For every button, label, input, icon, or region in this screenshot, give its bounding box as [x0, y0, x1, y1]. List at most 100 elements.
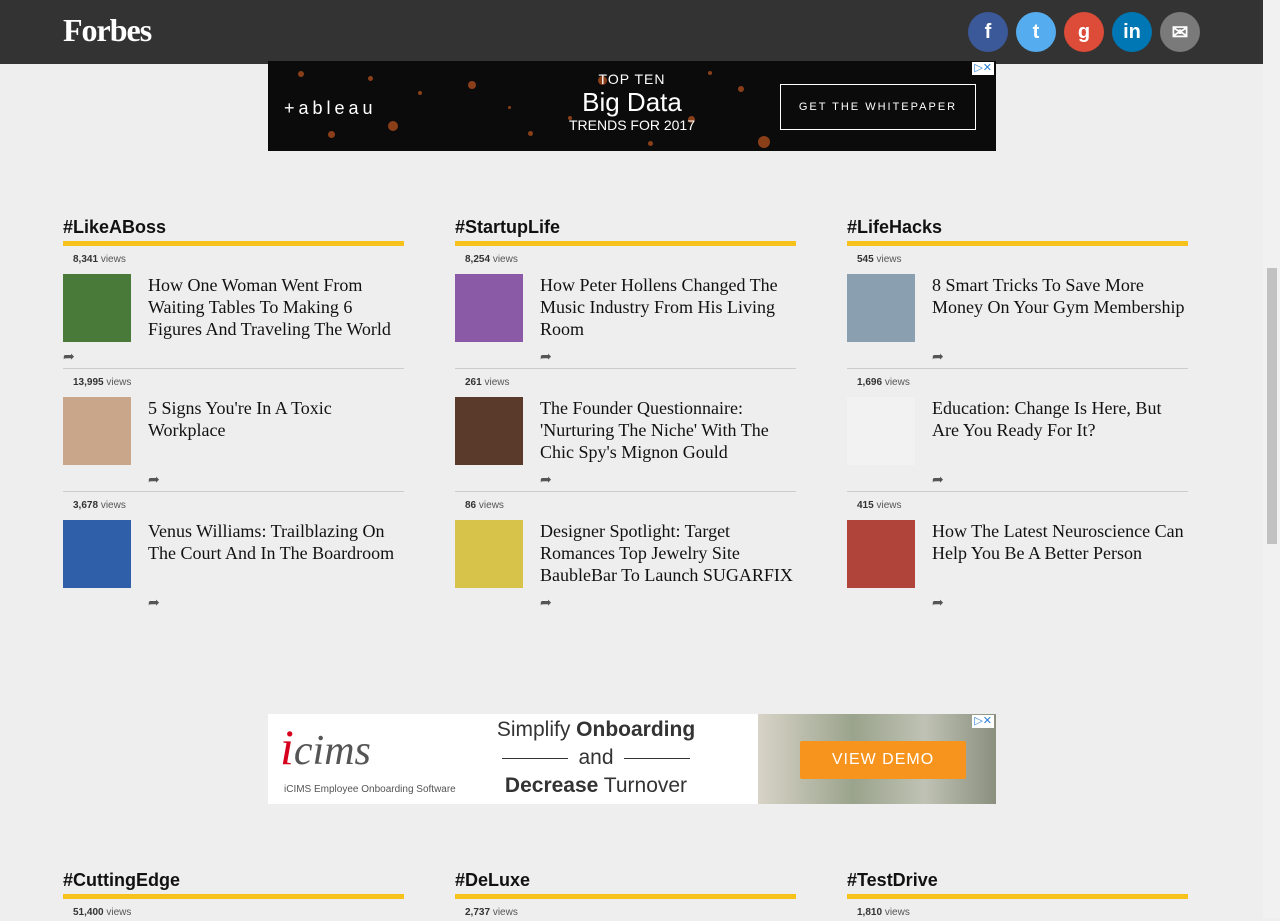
view-count: 13,995 views: [63, 369, 404, 391]
view-count: 415 views: [847, 492, 1188, 514]
share-arrow-icon[interactable]: ➦: [932, 594, 944, 611]
adchoices-close-icon[interactable]: ▷✕: [972, 62, 994, 75]
article-item: 545 views 8 Smart Tricks To Save More Mo…: [847, 246, 1188, 369]
adchoices-close-icon[interactable]: ▷✕: [972, 715, 994, 728]
article-thumbnail[interactable]: [63, 397, 131, 465]
article-headline[interactable]: The Founder Questionnaire: 'Nurturing Th…: [540, 397, 796, 463]
article-item: 261 views The Founder Questionnaire: 'Nu…: [455, 369, 796, 492]
share-arrow-icon[interactable]: ➦: [148, 594, 160, 611]
article-item: 1,696 views Education: Change Is Here, B…: [847, 369, 1188, 492]
view-count-label: views: [876, 254, 902, 265]
ad-line3-a: Decrease: [504, 774, 599, 797]
bokeh-dot: [298, 71, 304, 77]
view-count-number: 261: [465, 377, 482, 388]
column-title[interactable]: #TestDrive: [847, 868, 1188, 892]
share-arrow-icon[interactable]: ➦: [540, 471, 552, 488]
forbes-logo[interactable]: Forbes: [63, 12, 152, 49]
article-thumbnail[interactable]: [847, 520, 915, 588]
tableau-logo: +ableau: [284, 98, 377, 119]
article-thumbnail[interactable]: [455, 520, 523, 588]
article-headline[interactable]: Designer Spotlight: Target Romances Top …: [540, 520, 796, 586]
scrollbar[interactable]: [1263, 0, 1280, 918]
article-thumbnail[interactable]: [455, 274, 523, 342]
linkedin-button[interactable]: in: [1112, 12, 1152, 52]
ad-top-line: TOP TEN: [598, 71, 666, 87]
topic-column: #CuttingEdge 51,400 views: [63, 868, 404, 921]
view-count-label: views: [492, 254, 518, 265]
article-thumbnail[interactable]: [847, 397, 915, 465]
bokeh-dot: [508, 106, 511, 109]
divider: [623, 757, 690, 759]
article-headline[interactable]: How The Latest Neuroscience Can Help You…: [932, 520, 1188, 564]
bokeh-dot: [468, 81, 476, 89]
article-thumbnail[interactable]: [63, 520, 131, 588]
column-title[interactable]: #LikeABoss: [63, 215, 404, 239]
article-item: 415 views How The Latest Neuroscience Ca…: [847, 492, 1188, 614]
bokeh-dot: [418, 91, 422, 95]
column-title[interactable]: #StartupLife: [455, 215, 796, 239]
share-arrow-icon[interactable]: ➦: [148, 471, 160, 488]
view-count-number: 415: [857, 500, 874, 511]
share-arrow-icon[interactable]: ➦: [932, 348, 944, 365]
icims-logo-i: i: [280, 719, 294, 775]
bokeh-dot: [738, 86, 744, 92]
icims-subtitle: iCIMS Employee Onboarding Software: [284, 784, 456, 795]
icims-ad-banner[interactable]: icims iCIMS Employee Onboarding Software…: [268, 714, 996, 804]
ad-line2: and: [578, 746, 614, 769]
article-headline[interactable]: How One Woman Went From Waiting Tables T…: [148, 274, 404, 340]
view-count-label: views: [100, 500, 126, 511]
article-thumbnail[interactable]: [63, 274, 131, 342]
view-count-label: views: [884, 377, 910, 388]
view-count-label: views: [876, 500, 902, 511]
tableau-ad-banner[interactable]: +ableau TOP TEN Big Data TRENDS FOR 2017…: [268, 61, 996, 151]
column-title[interactable]: #DeLuxe: [455, 868, 796, 892]
article-item: 13,995 views 5 Signs You're In A Toxic W…: [63, 369, 404, 492]
view-count: 1,696 views: [847, 369, 1188, 391]
view-count-number: 1,696: [857, 377, 883, 388]
scrollbar-thumb[interactable]: [1267, 268, 1277, 544]
share-arrow-icon[interactable]: ➦: [540, 348, 552, 365]
view-count-number: 2,737: [465, 907, 491, 918]
email-button[interactable]: ✉: [1160, 12, 1200, 52]
article-headline[interactable]: 8 Smart Tricks To Save More Money On You…: [932, 274, 1188, 318]
column-title[interactable]: #LifeHacks: [847, 215, 1188, 239]
ad-big-line: Big Data: [582, 87, 682, 117]
ad-headline: TOP TEN Big Data TRENDS FOR 2017: [538, 71, 726, 133]
ad-line1-a: Simplify: [496, 718, 577, 741]
google-plus-button[interactable]: g: [1064, 12, 1104, 52]
article-headline[interactable]: 5 Signs You're In A Toxic Workplace: [148, 397, 404, 441]
view-count-label: views: [478, 500, 504, 511]
article-headline[interactable]: How Peter Hollens Changed The Music Indu…: [540, 274, 796, 340]
view-count-number: 86: [465, 500, 477, 511]
topic-column: #TestDrive 1,810 views: [847, 868, 1188, 921]
ad-line3-b: Turnover: [598, 774, 688, 797]
view-count-label: views: [106, 907, 132, 918]
bokeh-dot: [648, 141, 653, 146]
column-title[interactable]: #CuttingEdge: [63, 868, 404, 892]
article-headline[interactable]: Venus Williams: Trailblazing On The Cour…: [148, 520, 404, 564]
view-count: 545 views: [847, 246, 1188, 268]
article-item: 8,254 views How Peter Hollens Changed Th…: [455, 246, 796, 369]
get-whitepaper-button[interactable]: GET THE WHITEPAPER: [780, 84, 976, 130]
article-thumbnail[interactable]: [455, 397, 523, 465]
article-thumbnail[interactable]: [847, 274, 915, 342]
view-count: 86 views: [455, 492, 796, 514]
share-arrow-icon[interactable]: ➦: [932, 471, 944, 488]
view-count-number: 545: [857, 254, 874, 265]
divider: [502, 757, 569, 759]
view-count-number: 51,400: [73, 907, 104, 918]
view-count: 8,341 views: [63, 246, 404, 268]
view-demo-button[interactable]: VIEW DEMO: [800, 741, 966, 779]
view-count: 8,254 views: [455, 246, 796, 268]
ad-line1-b: Onboarding: [576, 718, 696, 741]
view-count-number: 1,810: [857, 907, 883, 918]
share-arrow-icon[interactable]: ➦: [540, 594, 552, 611]
topic-column: #LifeHacks 545 views 8 Smart Tricks To S…: [847, 215, 1188, 614]
twitter-button[interactable]: t: [1016, 12, 1056, 52]
bokeh-dot: [528, 131, 533, 136]
share-arrow-icon[interactable]: ➦: [63, 348, 75, 365]
view-count: 3,678 views: [63, 492, 404, 514]
article-headline[interactable]: Education: Change Is Here, But Are You R…: [932, 397, 1188, 441]
icims-logo: icims: [280, 718, 371, 776]
facebook-button[interactable]: f: [968, 12, 1008, 52]
